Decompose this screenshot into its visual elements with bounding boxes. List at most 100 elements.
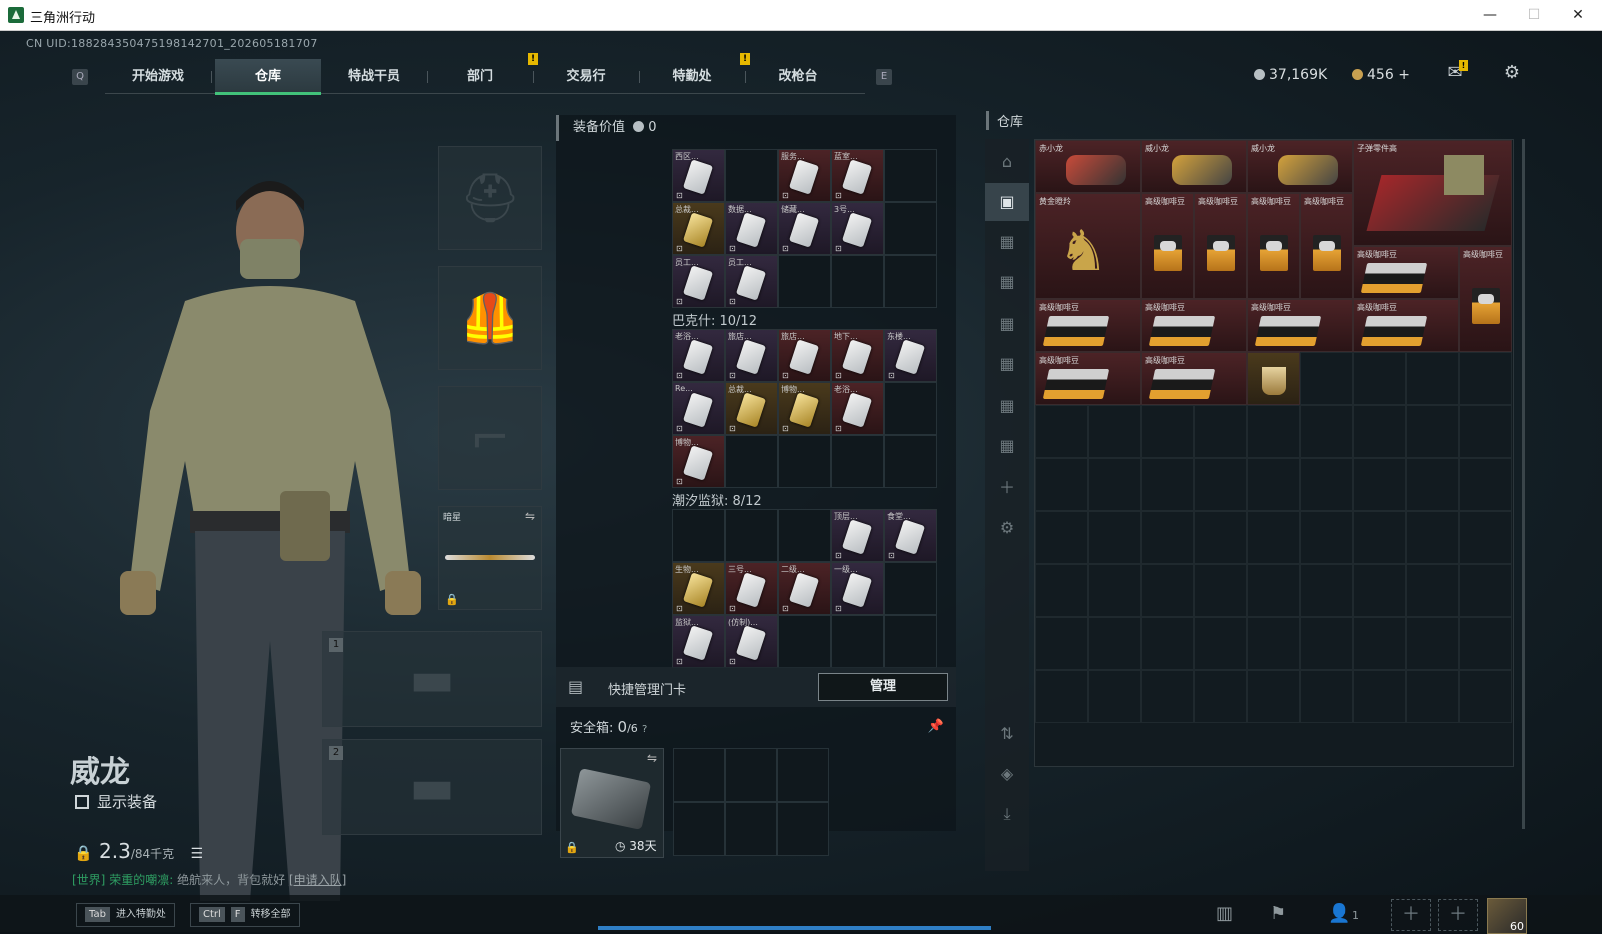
warehouse-cell[interactable] bbox=[1406, 458, 1459, 511]
empty-cell[interactable] bbox=[725, 149, 778, 202]
chat-user[interactable]: 荣重的嘲凛: bbox=[109, 873, 173, 887]
warehouse-cell[interactable] bbox=[1459, 405, 1512, 458]
warehouse-cell[interactable] bbox=[1406, 405, 1459, 458]
helmet-slot[interactable]: ⛑ bbox=[438, 146, 542, 250]
settings-gear-icon[interactable]: ⚙ bbox=[985, 509, 1029, 547]
keycard-item[interactable]: 员工... ⊡ bbox=[725, 255, 778, 308]
empty-cell[interactable] bbox=[778, 509, 831, 562]
warehouse-item[interactable]: 高级咖啡豆 bbox=[1141, 193, 1194, 299]
warehouse-cell[interactable] bbox=[1035, 511, 1088, 564]
warehouse-cell[interactable] bbox=[1353, 564, 1406, 617]
warehouse-item[interactable]: 子弹零件高 bbox=[1353, 140, 1512, 246]
secondary-weapon-slot[interactable]: 2 ▬ bbox=[322, 739, 542, 835]
warehouse-cell[interactable] bbox=[1141, 511, 1194, 564]
invite-slot-button[interactable]: ＋ bbox=[1391, 899, 1431, 931]
warehouse-cell[interactable] bbox=[1141, 617, 1194, 670]
warehouse-cell[interactable] bbox=[1406, 352, 1459, 405]
warehouse-item[interactable]: 高级咖啡豆 bbox=[1035, 299, 1141, 352]
warehouse-scrollbar[interactable] bbox=[1522, 139, 1525, 829]
keycard-item[interactable]: 生物... ⊡ bbox=[672, 562, 725, 615]
empty-cell[interactable] bbox=[884, 149, 937, 202]
keycard-item[interactable]: 顶层... ⊡ bbox=[831, 509, 884, 562]
keycard-item[interactable]: 食堂... ⊡ bbox=[884, 509, 937, 562]
warehouse-cell[interactable] bbox=[1459, 458, 1512, 511]
help-icon[interactable]: ? bbox=[642, 724, 647, 735]
sort-icon[interactable]: ⇅ bbox=[985, 715, 1029, 753]
transfer-all-hint[interactable]: Ctrl F 转移全部 bbox=[190, 903, 300, 927]
warehouse-cell[interactable] bbox=[1194, 405, 1247, 458]
storage-tab-icon[interactable]: ▦ bbox=[985, 305, 1029, 343]
empty-cell[interactable] bbox=[884, 382, 937, 435]
warehouse-cell[interactable] bbox=[1194, 564, 1247, 617]
keycard-item[interactable]: 员工... ⊡ bbox=[672, 255, 725, 308]
warehouse-cell[interactable] bbox=[1406, 511, 1459, 564]
warehouse-item[interactable]: 高级咖啡豆 bbox=[1247, 193, 1300, 299]
safe-cell[interactable] bbox=[673, 748, 725, 802]
warehouse-cell[interactable] bbox=[1247, 511, 1300, 564]
warehouse-cell[interactable] bbox=[1141, 670, 1194, 723]
keycard-item[interactable]: 老浴... ⊡ bbox=[831, 382, 884, 435]
warehouse-cell[interactable] bbox=[1300, 511, 1353, 564]
warehouse-cell[interactable] bbox=[1353, 458, 1406, 511]
storage-tab-icon[interactable]: ▦ bbox=[985, 387, 1029, 425]
warehouse-cell[interactable] bbox=[1353, 617, 1406, 670]
warehouse-cell[interactable] bbox=[1247, 405, 1300, 458]
keycard-item[interactable]: (仿制)... ⊡ bbox=[725, 615, 778, 668]
warehouse-item[interactable]: 高级咖啡豆 bbox=[1353, 246, 1459, 299]
keycard-item[interactable]: 一级... ⊡ bbox=[831, 562, 884, 615]
warehouse-cell[interactable] bbox=[1088, 458, 1141, 511]
all-items-icon[interactable]: ⌂ bbox=[985, 143, 1029, 181]
warehouse-cell[interactable] bbox=[1247, 617, 1300, 670]
warehouse-item[interactable]: 高级咖啡豆 bbox=[1459, 246, 1512, 352]
storage-tab-icon[interactable]: ▦ bbox=[985, 427, 1029, 465]
warehouse-cell[interactable] bbox=[1141, 458, 1194, 511]
keycard-item[interactable]: 二级... ⊡ bbox=[778, 562, 831, 615]
warehouse-cell[interactable] bbox=[1194, 458, 1247, 511]
warehouse-cell[interactable] bbox=[1194, 670, 1247, 723]
storage-tab-icon[interactable]: ▦ bbox=[985, 345, 1029, 383]
pin-icon[interactable]: 📌 bbox=[928, 713, 944, 741]
armor-slot[interactable]: 🦺 bbox=[438, 266, 542, 370]
swap-icon[interactable]: ⇋ bbox=[647, 751, 657, 765]
keycard-item[interactable]: 旅店... ⊡ bbox=[778, 329, 831, 382]
warehouse-item[interactable]: 高级咖啡豆 bbox=[1353, 299, 1459, 352]
keycard-item[interactable]: 地下... ⊡ bbox=[831, 329, 884, 382]
keycard-item[interactable]: 旅店... ⊡ bbox=[725, 329, 778, 382]
empty-cell[interactable] bbox=[831, 615, 884, 668]
warehouse-item[interactable]: 高级咖啡豆 bbox=[1300, 193, 1353, 299]
warehouse-cell[interactable] bbox=[1459, 511, 1512, 564]
warehouse-cell[interactable] bbox=[1035, 670, 1088, 723]
warehouse-cell[interactable] bbox=[1194, 511, 1247, 564]
keycard-item[interactable]: 储藏... ⊡ bbox=[778, 202, 831, 255]
warehouse-item[interactable] bbox=[1247, 352, 1300, 405]
warehouse-cell[interactable] bbox=[1353, 511, 1406, 564]
empty-cell[interactable] bbox=[672, 509, 725, 562]
invite-slot-button[interactable]: ＋ bbox=[1438, 899, 1478, 931]
safe-cell[interactable] bbox=[777, 802, 829, 856]
tab-gunsmith[interactable]: 改枪台 bbox=[745, 59, 851, 95]
add-tab-icon[interactable]: ＋ bbox=[985, 469, 1029, 507]
warehouse-cell[interactable] bbox=[1035, 405, 1088, 458]
keycard-item[interactable]: 西区... ⊡ bbox=[672, 149, 725, 202]
warehouse-item[interactable]: 高级咖啡豆 bbox=[1035, 352, 1141, 405]
warehouse-cell[interactable] bbox=[1459, 352, 1512, 405]
warehouse-cell[interactable] bbox=[1300, 670, 1353, 723]
close-button[interactable]: ✕ bbox=[1556, 0, 1600, 31]
pistol-slot[interactable]: ⌐ bbox=[438, 386, 542, 490]
keycard-item[interactable]: 博物... ⊡ bbox=[672, 435, 725, 488]
warehouse-cell[interactable] bbox=[1353, 352, 1406, 405]
warehouse-cell[interactable] bbox=[1035, 617, 1088, 670]
swap-icon[interactable]: ⇋ bbox=[525, 509, 535, 523]
player-avatar[interactable]: 60 bbox=[1487, 898, 1527, 934]
warehouse-cell[interactable] bbox=[1300, 564, 1353, 617]
keycard-item[interactable]: Re... ⊡ bbox=[672, 382, 725, 435]
storage-tab-icon[interactable]: ▦ bbox=[985, 223, 1029, 261]
tab-special-ops[interactable]: 特勤处 bbox=[639, 59, 745, 95]
warehouse-cell[interactable] bbox=[1300, 352, 1353, 405]
safe-cell[interactable] bbox=[777, 748, 829, 802]
safe-cell[interactable] bbox=[673, 802, 725, 856]
empty-cell[interactable] bbox=[725, 435, 778, 488]
warehouse-cell[interactable] bbox=[1459, 670, 1512, 723]
keycard-item[interactable]: 总裁... ⊡ bbox=[672, 202, 725, 255]
layers-icon[interactable]: ◈ bbox=[985, 755, 1029, 793]
